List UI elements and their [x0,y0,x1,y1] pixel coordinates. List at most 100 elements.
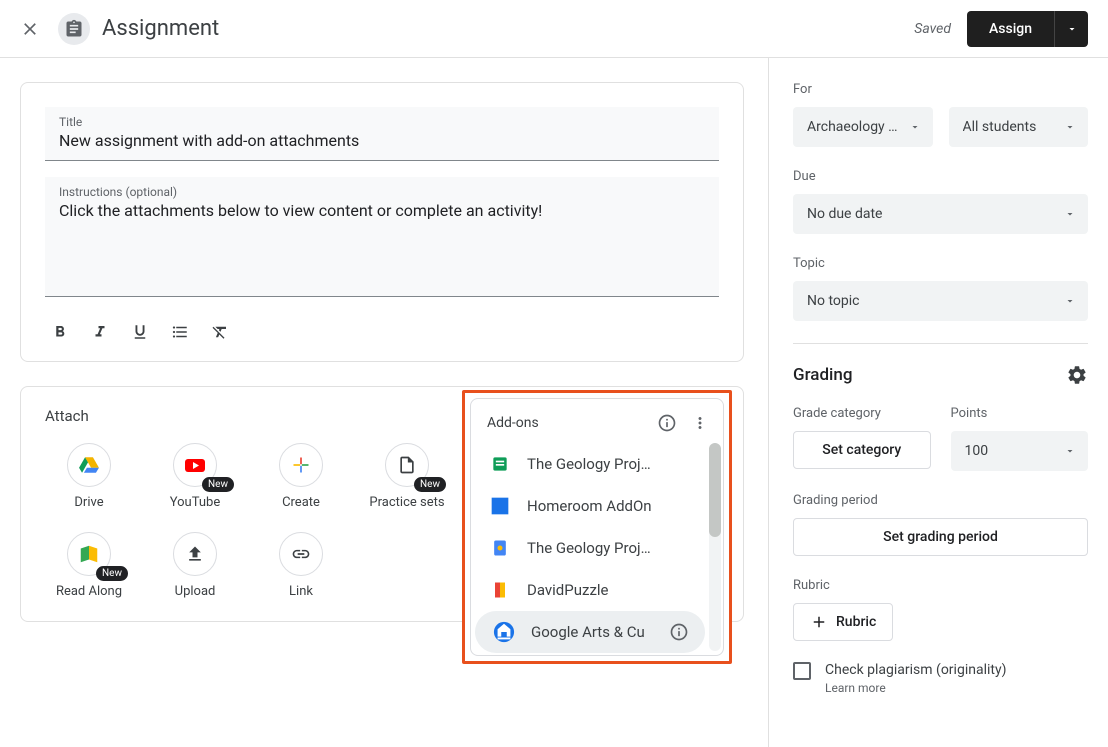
rubric-button-label: Rubric [836,614,876,630]
title-field[interactable]: Title [45,107,719,161]
bullet-list-button[interactable] [167,319,193,345]
plus-icon [810,613,828,631]
attach-label: Create [282,495,320,512]
editor-card: Title Instructions (optional) Click the … [20,82,744,362]
attach-drive[interactable]: Drive [45,443,133,512]
title-input[interactable] [59,131,705,150]
header: Assignment Saved Assign [0,0,1108,58]
title-label: Title [59,115,705,129]
students-select[interactable]: All students [949,107,1089,147]
grading-period-label: Grading period [793,493,1088,508]
header-left: Assignment [14,13,219,45]
gear-icon[interactable] [1066,364,1088,386]
set-grading-period-button[interactable]: Set grading period [793,518,1088,556]
rubric-button[interactable]: Rubric [793,603,893,641]
divider [793,343,1088,344]
addon-item-hovered[interactable]: Google Arts & Cu [475,611,705,653]
addons-panel-highlight: Add-ons The Geology Proj… Homeroom AddOn… [462,390,732,664]
read-along-icon [78,543,100,565]
addon-label: Homeroom AddOn [527,497,693,515]
bold-button[interactable] [47,319,73,345]
drive-icon [78,454,100,476]
assign-button[interactable]: Assign [967,11,1054,47]
attach-label: Read Along [56,584,122,601]
scrollbar-thumb[interactable] [709,443,721,537]
due-value: No due date [807,206,882,222]
more-icon[interactable] [691,414,709,432]
addon-app-icon [493,621,515,643]
points-select[interactable]: 100 [951,431,1089,471]
close-icon[interactable] [14,13,46,45]
caret-down-icon [1064,121,1076,133]
plagiarism-checkbox[interactable] [793,662,811,680]
addon-item[interactable]: The Geology Proj… [471,527,709,569]
instructions-label: Instructions (optional) [59,185,705,199]
underline-button[interactable] [127,319,153,345]
header-right: Saved Assign [914,11,1088,47]
instructions-field[interactable]: Instructions (optional) Click the attach… [45,177,719,297]
instructions-input[interactable]: Click the attachments below to view cont… [59,201,705,220]
points-label: Points [951,406,1089,421]
attach-label: Drive [74,495,103,512]
info-icon[interactable] [669,622,689,642]
addon-label: The Geology Proj… [527,455,693,473]
caret-down-icon [1066,23,1078,35]
assign-dropdown-button[interactable] [1054,11,1088,47]
grade-category-label: Grade category [793,406,931,421]
upload-icon [185,544,205,564]
caret-down-icon [1064,295,1076,307]
attach-upload[interactable]: Upload [151,532,239,601]
clear-format-button[interactable] [207,319,233,345]
format-toolbar [45,313,719,345]
assignment-icon [58,13,90,45]
attach-label: YouTube [170,495,221,512]
learn-more-link[interactable]: Learn more [825,681,1006,695]
attach-grid: Drive New YouTube Create [45,443,475,601]
new-badge: New [96,566,128,581]
due-label: Due [793,169,1088,184]
addon-item[interactable]: The Geology Proj… [471,443,709,485]
addon-app-icon [489,579,511,601]
saved-status: Saved [914,21,951,37]
create-plus-icon [291,455,311,475]
new-badge: New [202,477,234,492]
set-category-button[interactable]: Set category [793,431,931,469]
points-value: 100 [965,443,989,459]
addon-app-icon [489,453,511,475]
due-select[interactable]: No due date [793,194,1088,234]
info-icon[interactable] [657,413,677,433]
plagiarism-checkbox-row[interactable]: Check plagiarism (originality) Learn mor… [793,661,1088,695]
class-select[interactable]: Archaeology … [793,107,933,147]
new-badge: New [414,477,446,492]
page-title: Assignment [102,16,219,41]
addon-label: DavidPuzzle [527,581,693,599]
rubric-label: Rubric [793,578,1088,593]
addon-label: The Geology Proj… [527,539,693,557]
topic-label: Topic [793,256,1088,271]
assign-button-group: Assign [967,11,1088,47]
attach-label: Upload [175,584,216,601]
addon-item[interactable]: Homeroom AddOn [471,485,709,527]
students-value: All students [963,119,1037,135]
caret-down-icon [1064,208,1076,220]
attach-label: Link [289,584,313,601]
addon-app-icon [489,537,511,559]
addons-panel: Add-ons The Geology Proj… Homeroom AddOn… [470,398,724,656]
attach-create[interactable]: Create [257,443,345,512]
attach-link[interactable]: Link [257,532,345,601]
caret-down-icon [1064,445,1076,457]
attach-practice-sets[interactable]: New Practice sets [363,443,451,512]
topic-select[interactable]: No topic [793,281,1088,321]
plagiarism-label: Check plagiarism (originality) [825,661,1006,681]
addon-label: Google Arts & Cu [531,623,653,641]
attach-read-along[interactable]: New Read Along [45,532,133,601]
attach-label: Practice sets [369,495,444,512]
addon-app-icon [489,495,511,517]
caret-down-icon [909,121,921,133]
practice-sets-icon [397,455,417,475]
attach-youtube[interactable]: New YouTube [151,443,239,512]
youtube-icon [183,453,207,477]
italic-button[interactable] [87,319,113,345]
for-label: For [793,82,1088,97]
addon-item[interactable]: DavidPuzzle [471,569,709,611]
